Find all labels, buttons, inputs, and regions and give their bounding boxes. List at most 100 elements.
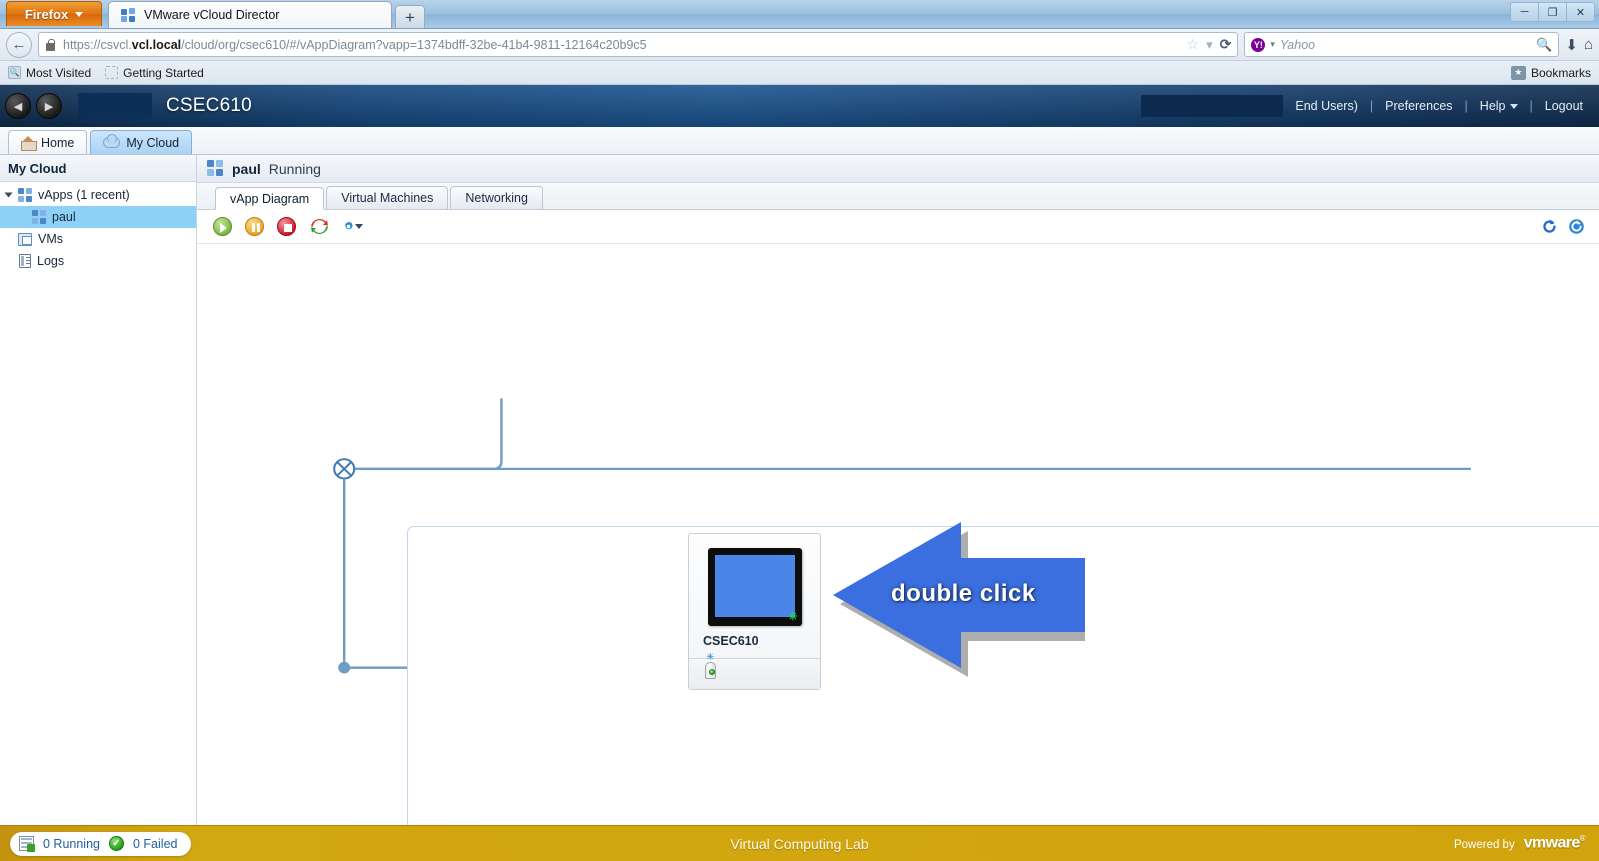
vm-screen xyxy=(714,555,795,617)
vapp-icon xyxy=(32,210,46,224)
sidebar-item-label: Logs xyxy=(37,254,65,268)
sidebar: My Cloud vApps (1 recent) paul VMs Logs xyxy=(0,155,197,825)
page-title: CSEC610 xyxy=(166,95,252,116)
bookmark-label: Most Visited xyxy=(26,65,92,80)
browser-navbar: ← https://csvcl.vcl.local/cloud/org/csec… xyxy=(0,29,1599,61)
sidebar-tree: vApps (1 recent) paul VMs Logs xyxy=(0,182,196,272)
preferences-link[interactable]: Preferences xyxy=(1385,99,1452,113)
browser-tab-title: VMware vCloud Director xyxy=(144,8,280,22)
vcd-back-button[interactable]: ◀ xyxy=(5,93,31,119)
task-status-pill[interactable]: 0 Running ✓ 0 Failed xyxy=(10,831,192,856)
reset-icon[interactable] xyxy=(309,217,330,236)
bookmark-most-visited[interactable]: 🔍 Most Visited xyxy=(8,66,91,80)
vapp-icon xyxy=(207,160,224,177)
new-tab-button[interactable]: + xyxy=(395,5,425,28)
chevron-down-icon[interactable] xyxy=(355,224,363,229)
close-icon[interactable]: ✕ xyxy=(1566,2,1595,22)
restore-icon[interactable]: ❐ xyxy=(1538,2,1567,22)
bookmark-getting-started[interactable]: Getting Started xyxy=(105,66,204,80)
reload-icon[interactable]: ⟳ xyxy=(1220,36,1232,53)
vm-card-csec610[interactable]: ✳ CSEC610 ✳ xyxy=(688,533,821,690)
tasks-icon xyxy=(19,836,35,852)
search-icon[interactable]: 🔍 xyxy=(1536,37,1552,53)
user-name-redacted xyxy=(1141,95,1284,117)
vm-thumbnail[interactable]: ✳ xyxy=(707,548,802,626)
url-text: https://csvcl.vcl.local/cloud/org/csec61… xyxy=(63,37,647,52)
minimize-icon[interactable]: ─ xyxy=(1510,2,1539,22)
cloud-icon xyxy=(103,134,121,148)
separator: | xyxy=(1464,99,1468,113)
refresh-icon[interactable] xyxy=(1541,218,1558,235)
logout-link[interactable]: Logout xyxy=(1545,99,1583,113)
search-engine-caret[interactable]: ▾ xyxy=(1270,39,1275,50)
search-input[interactable]: Yahoo xyxy=(1280,38,1315,52)
user-role-label: End Users) xyxy=(1295,99,1358,113)
running-tasks-count: 0 Running xyxy=(43,836,100,851)
vcd-primary-tabs: Home My Cloud xyxy=(0,127,1599,155)
chevron-down-icon[interactable]: ▾ xyxy=(1206,37,1213,53)
bookmarks-menu-label: Bookmarks xyxy=(1530,65,1591,80)
tab-label: My Cloud xyxy=(126,135,180,150)
sidebar-item-vapps[interactable]: vApps (1 recent) xyxy=(0,184,196,206)
vcd-header-actions: End Users) | Preferences | Help | Logout xyxy=(1141,95,1599,117)
tab-networking[interactable]: Networking xyxy=(450,186,543,209)
chevron-down-icon xyxy=(1509,104,1518,110)
bookmarks-menu-button[interactable]: ★ Bookmarks xyxy=(1510,65,1591,80)
vm-name-label: CSEC610 xyxy=(703,634,759,648)
sidebar-item-vms[interactable]: VMs xyxy=(0,228,196,250)
sidebar-item-label: paul xyxy=(52,210,76,224)
pause-icon[interactable] xyxy=(245,217,264,236)
main-content: paul Running vApp Diagram Virtual Machin… xyxy=(197,155,1599,825)
status-center-text: Virtual Computing Lab xyxy=(730,835,869,852)
bookmarks-toolbar: 🔍 Most Visited Getting Started ★ Bookmar… xyxy=(0,61,1599,85)
firefox-menu-label: Firefox xyxy=(24,6,69,22)
address-bar[interactable]: https://csvcl.vcl.local/cloud/org/csec61… xyxy=(38,32,1239,57)
help-menu[interactable]: Help xyxy=(1480,99,1518,113)
home-icon xyxy=(21,135,37,151)
log-icon xyxy=(19,254,31,268)
separator: | xyxy=(1369,99,1374,113)
powered-by-block: Powered by vmware® xyxy=(1454,834,1599,852)
vm-status-badge: ✳ xyxy=(788,611,798,623)
downloads-icon[interactable]: ⬇ xyxy=(1565,36,1578,54)
bookmark-star-icon[interactable]: ☆ xyxy=(1187,36,1200,53)
tab-vapp-diagram[interactable]: vApp Diagram xyxy=(215,187,325,210)
home-icon[interactable]: ⌂ xyxy=(1584,36,1593,53)
vapp-toolbar xyxy=(197,210,1599,244)
check-icon: ✓ xyxy=(109,836,124,851)
stop-icon[interactable] xyxy=(277,217,296,236)
firefox-menu-button[interactable]: Firefox xyxy=(6,1,102,26)
double-click-annotation: double click xyxy=(825,514,1085,690)
sidebar-item-label: VMs xyxy=(38,232,63,246)
gear-icon[interactable] xyxy=(343,217,363,236)
separator: | xyxy=(1529,99,1533,113)
nic-status-dot xyxy=(709,669,715,675)
reload-circle-icon[interactable] xyxy=(1568,218,1585,235)
window-controls: ─ ❐ ✕ xyxy=(1510,2,1595,22)
vm-nic[interactable]: ✳ xyxy=(704,653,717,680)
tab-my-cloud[interactable]: My Cloud xyxy=(90,130,193,154)
toolbar-right-actions xyxy=(1541,218,1599,235)
sidebar-item-paul[interactable]: paul xyxy=(0,206,196,228)
tab-virtual-machines[interactable]: Virtual Machines xyxy=(326,186,449,209)
browser-tab-vcloud[interactable]: VMware vCloud Director xyxy=(108,1,392,28)
failed-tasks-count: 0 Failed xyxy=(133,836,178,851)
vm-card-body: ✳ CSEC610 xyxy=(689,534,820,648)
vapp-name: paul xyxy=(232,160,261,177)
sidebar-title: My Cloud xyxy=(0,155,196,182)
vcd-forward-button[interactable]: ▶ xyxy=(36,93,62,119)
vcloud-director-app: ◀ ▶ CSEC610 End Users) | Preferences | H… xyxy=(0,85,1599,861)
vm-icon xyxy=(18,232,32,246)
vapp-header: paul Running xyxy=(197,155,1599,183)
sidebar-item-logs[interactable]: Logs xyxy=(0,250,196,272)
tab-home[interactable]: Home xyxy=(8,130,88,154)
chevron-down-icon[interactable] xyxy=(4,192,13,198)
play-icon[interactable] xyxy=(213,217,232,236)
lock-icon xyxy=(45,38,56,51)
tab-label: Home xyxy=(41,135,75,150)
vapp-tabs: vApp Diagram Virtual Machines Networking xyxy=(197,183,1599,210)
vcd-history-nav: ◀ ▶ xyxy=(0,85,62,127)
back-button[interactable]: ← xyxy=(6,31,32,58)
vapp-status: Running xyxy=(268,160,321,177)
search-bar[interactable]: Y! ▾ Yahoo 🔍 xyxy=(1244,32,1560,57)
